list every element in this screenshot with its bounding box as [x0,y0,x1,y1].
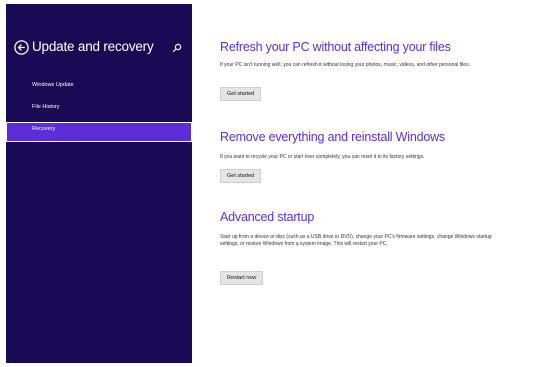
sidebar-item-recovery[interactable]: Recovery [6,122,192,142]
sidebar-item-label: Windows Update [32,82,74,88]
reset-pc-description: If you want to recycle your PC or start … [220,154,425,160]
refresh-pc-title: Refresh your PC without affecting your f… [220,40,451,54]
reset-get-started-button[interactable]: Get started [220,169,262,183]
advanced-startup-description: Start up from a device or disc (such as … [220,234,492,247]
sidebar-header: Update and recovery [6,38,192,60]
restart-now-button[interactable]: Restart now [220,271,264,285]
advanced-startup-title: Advanced startup [220,210,315,224]
sidebar: Update and recovery Windows Update File … [6,4,192,363]
sidebar-item-file-history[interactable]: File History [6,100,192,120]
main-content: Refresh your PC without affecting your f… [192,4,548,363]
refresh-get-started-button[interactable]: Get started [220,87,262,101]
back-arrow-icon[interactable] [14,40,29,55]
search-icon[interactable] [172,43,182,53]
pc-settings-window: Update and recovery Windows Update File … [6,4,548,363]
reset-pc-title: Remove everything and reinstall Windows [220,130,445,144]
sidebar-item-label: File History [32,104,60,110]
sidebar-title: Update and recovery [32,39,154,54]
sidebar-item-windows-update[interactable]: Windows Update [6,78,192,98]
sidebar-item-label: Recovery [32,126,56,132]
refresh-pc-description: If your PC isn't running well, you can r… [220,62,470,68]
